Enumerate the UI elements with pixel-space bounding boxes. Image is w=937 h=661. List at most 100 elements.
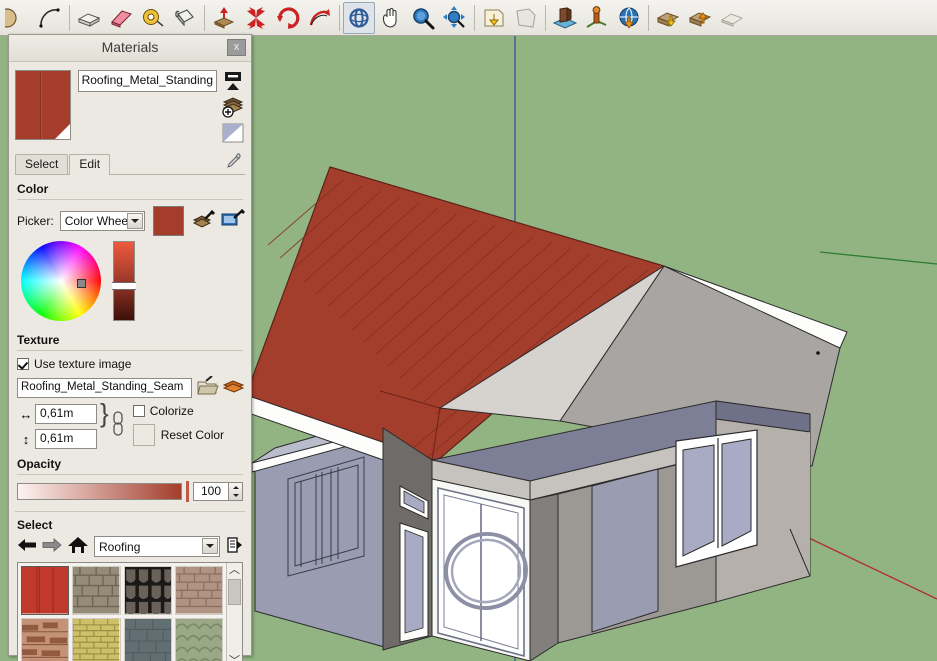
tape-measure-tool-icon[interactable]	[137, 2, 169, 34]
use-texture-checkbox[interactable]	[17, 358, 29, 370]
entry-double-door	[437, 486, 528, 658]
previous-view-icon[interactable]	[478, 2, 510, 34]
library-value: Roofing	[99, 539, 141, 554]
material-side-icons	[221, 70, 245, 146]
move-tool-icon[interactable]	[208, 2, 240, 34]
color-wheel-cursor[interactable]	[77, 279, 86, 288]
stepper-up-icon[interactable]	[232, 486, 239, 490]
library-select[interactable]: Roofing	[94, 536, 220, 557]
color-wheel[interactable]	[21, 241, 101, 321]
sandbox-icon[interactable]	[716, 2, 748, 34]
materials-titlebar[interactable]: Materials x	[9, 35, 251, 62]
material-tile[interactable]	[72, 566, 121, 615]
material-tiles	[18, 563, 226, 661]
tab-select[interactable]: Select	[15, 154, 69, 174]
material-tile[interactable]	[123, 566, 172, 615]
follow-me-tool-icon[interactable]	[304, 2, 336, 34]
material-tile[interactable]	[174, 617, 223, 661]
recessed-glass-panel	[591, 468, 659, 633]
home-icon[interactable]	[67, 536, 89, 557]
paint-bucket-tool-icon[interactable]	[169, 2, 201, 34]
use-texture-row[interactable]: Use texture image	[17, 357, 245, 371]
material-tile[interactable]	[174, 566, 223, 615]
forward-arrow-icon[interactable]	[42, 536, 62, 557]
colorize-label: Colorize	[149, 404, 194, 418]
chevron-down-icon[interactable]	[202, 538, 218, 554]
color-wheel-row	[21, 241, 245, 321]
toolbar-separator	[648, 4, 649, 31]
current-color-chip[interactable]	[152, 206, 184, 236]
material-tile[interactable]	[123, 617, 172, 661]
reset-color-row[interactable]: Reset Color	[132, 424, 224, 446]
pushpull-tool-icon[interactable]	[73, 2, 105, 34]
texture-width-input[interactable]: 0,61m	[35, 404, 97, 424]
match-color-on-screen-icon[interactable]	[221, 208, 245, 234]
next-view-icon[interactable]	[510, 2, 542, 34]
eyedropper-icon[interactable]	[223, 152, 243, 173]
picker-select[interactable]: Color Wheel	[59, 211, 145, 231]
download-component-icon[interactable]	[652, 2, 684, 34]
material-swatch-grid[interactable]: ︿ ﹀	[17, 562, 243, 661]
scroll-up-arrow-icon[interactable]: ︿	[229, 563, 240, 577]
colorize-group: Colorize Reset Color	[132, 404, 224, 446]
width-arrows-icon: ↔	[19, 406, 33, 422]
color-heading: Color	[17, 182, 49, 196]
materials-dialog[interactable]: Materials x Roofing_Metal_Standing Selec…	[8, 34, 252, 661]
create-material-icon[interactable]	[221, 96, 245, 118]
add-location-icon[interactable]	[581, 2, 613, 34]
library-nav-row: Roofing	[17, 536, 243, 557]
display-options-icon[interactable]	[221, 70, 245, 92]
zoom-tool-icon[interactable]	[407, 2, 439, 34]
geo-model-icon[interactable]	[613, 2, 645, 34]
height-arrows-icon: ↕	[22, 431, 30, 447]
texture-file-input[interactable]: Roofing_Metal_Standing_Seam	[17, 377, 192, 398]
opacity-slider[interactable]	[17, 483, 182, 500]
3d-warehouse-icon[interactable]	[549, 2, 581, 34]
scale-tool-icon[interactable]	[240, 2, 272, 34]
pan-tool-icon[interactable]	[375, 2, 407, 34]
rotate-tool-icon[interactable]	[272, 2, 304, 34]
colorize-row[interactable]: Colorize	[132, 404, 224, 418]
tab-edit[interactable]: Edit	[69, 154, 111, 175]
close-icon[interactable]: x	[227, 39, 246, 56]
toolbar-separator	[69, 4, 70, 31]
match-color-in-model-icon[interactable]	[192, 209, 216, 234]
swatch-scrollbar[interactable]: ︿ ﹀	[226, 563, 242, 661]
orbit-tool-icon[interactable]	[343, 1, 375, 34]
zoom-extents-tool-icon[interactable]	[439, 2, 471, 34]
chevron-down-icon[interactable]	[126, 213, 143, 229]
main-toolbar	[0, 0, 937, 36]
upload-component-icon[interactable]	[684, 2, 716, 34]
material-tile[interactable]	[72, 617, 121, 661]
browse-texture-icon[interactable]	[197, 375, 219, 399]
material-name-input[interactable]: Roofing_Metal_Standing	[77, 70, 217, 92]
opacity-heading: Opacity	[17, 457, 62, 471]
materials-body: Roofing_Metal_Standing Select Edit Color…	[9, 70, 251, 661]
back-arrow-icon[interactable]	[17, 536, 37, 557]
scrollbar-thumb[interactable]	[228, 579, 241, 605]
texture-height-input[interactable]: 0,61m	[35, 429, 97, 449]
stepper-down-icon[interactable]	[232, 493, 239, 497]
arc-tool-icon[interactable]	[34, 2, 66, 34]
brightness-slider-handle[interactable]	[112, 282, 136, 290]
eraser-tool-icon[interactable]	[105, 2, 137, 34]
colorize-checkbox[interactable]	[132, 405, 145, 417]
circle-tool-icon[interactable]	[2, 2, 34, 34]
color-divider	[17, 199, 243, 200]
edit-texture-image-icon[interactable]	[222, 376, 245, 399]
reset-color-button[interactable]	[132, 424, 155, 446]
opacity-divider	[17, 474, 243, 475]
opacity-value-input[interactable]: 100	[193, 482, 229, 501]
set-default-material-icon[interactable]	[221, 122, 245, 144]
texture-size-fields: ↔ 0,61m ↕ 0,61m	[17, 404, 97, 449]
material-swatch-preview[interactable]	[15, 70, 71, 140]
material-tile[interactable]	[21, 617, 70, 661]
details-menu-icon[interactable]	[225, 536, 243, 557]
brightness-slider[interactable]	[112, 241, 136, 321]
scroll-down-arrow-icon[interactable]: ﹀	[229, 654, 240, 661]
material-tile[interactable]	[21, 566, 70, 615]
link-aspect-ratio-icon[interactable]	[111, 410, 125, 441]
opacity-row: 100	[17, 481, 243, 502]
opacity-stepper[interactable]	[229, 482, 243, 501]
opacity-slider-handle[interactable]	[186, 481, 189, 502]
